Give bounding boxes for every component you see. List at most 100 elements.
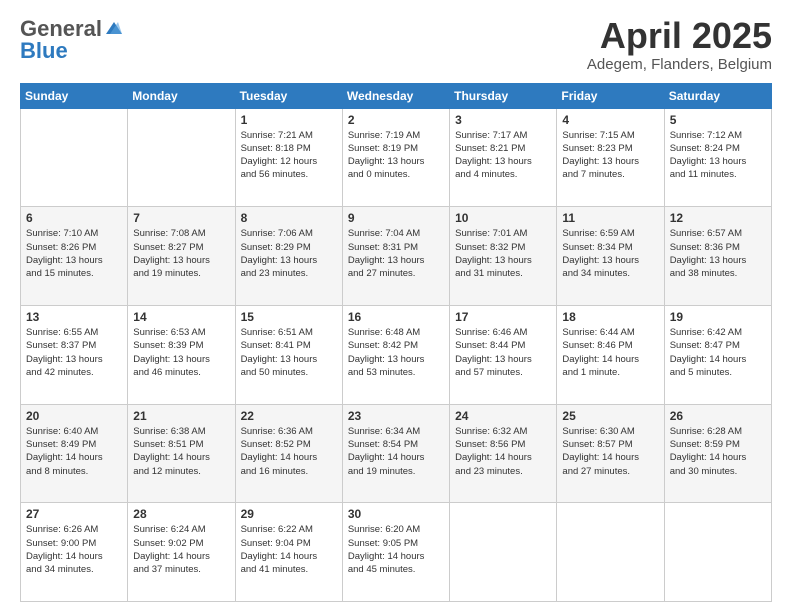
day-num-2-6: 19 [670,310,766,324]
th-friday: Friday [557,83,664,108]
day-detail-4-1: Sunrise: 6:24 AM Sunset: 9:02 PM Dayligh… [133,523,229,576]
cell-4-6 [664,503,771,602]
day-num-1-3: 9 [348,211,444,225]
cell-4-5 [557,503,664,602]
day-detail-0-4: Sunrise: 7:17 AM Sunset: 8:21 PM Dayligh… [455,129,551,182]
cell-1-5: 11Sunrise: 6:59 AM Sunset: 8:34 PM Dayli… [557,207,664,306]
day-num-3-2: 22 [241,409,337,423]
day-detail-1-1: Sunrise: 7:08 AM Sunset: 8:27 PM Dayligh… [133,227,229,280]
cell-3-6: 26Sunrise: 6:28 AM Sunset: 8:59 PM Dayli… [664,404,771,503]
day-detail-3-0: Sunrise: 6:40 AM Sunset: 8:49 PM Dayligh… [26,425,122,478]
cell-4-4 [450,503,557,602]
cell-2-4: 17Sunrise: 6:46 AM Sunset: 8:44 PM Dayli… [450,305,557,404]
cell-1-6: 12 Sunrise: 6:57 AM Sunset: 8:36 PM Dayli… [664,207,771,306]
day-num-0-5: 4 [562,113,658,127]
cell-3-0: 20 Sunrise: 6:40 AM Sunset: 8:49 PM Dayli… [21,404,128,503]
day-detail-0-6: Sunrise: 7:12 AM Sunset: 8:24 PM Dayligh… [670,129,766,182]
cell-2-5: 18Sunrise: 6:44 AM Sunset: 8:46 PM Dayli… [557,305,664,404]
day-num-2-2: 15 [241,310,337,324]
cell-1-2: 8 Sunrise: 7:06 AM Sunset: 8:29 PM Daylig… [235,207,342,306]
day-detail-2-2: Sunrise: 6:51 AM Sunset: 8:41 PM Dayligh… [241,326,337,379]
th-monday: Monday [128,83,235,108]
cell-0-1 [128,108,235,207]
day-detail-2-0: Sunrise: 6:55 AM Sunset: 8:37 PM Dayligh… [26,326,122,379]
day-detail-1-6: Sunrise: 6:57 AM Sunset: 8:36 PM Dayligh… [670,227,766,280]
day-detail-3-5: Sunrise: 6:30 AM Sunset: 8:57 PM Dayligh… [562,425,658,478]
day-num-2-3: 16 [348,310,444,324]
cell-3-1: 21 Sunrise: 6:38 AM Sunset: 8:51 PM Dayli… [128,404,235,503]
day-detail-3-2: Sunrise: 6:36 AM Sunset: 8:52 PM Dayligh… [241,425,337,478]
day-num-2-4: 17 [455,310,551,324]
day-num-1-4: 10 [455,211,551,225]
day-detail-2-1: Sunrise: 6:53 AM Sunset: 8:39 PM Dayligh… [133,326,229,379]
cell-0-3: 2 Sunrise: 7:19 AM Sunset: 8:19 PM Daylig… [342,108,449,207]
cell-3-4: 24Sunrise: 6:32 AM Sunset: 8:56 PM Dayli… [450,404,557,503]
logo-blue: Blue [20,38,68,64]
day-num-3-4: 24 [455,409,551,423]
cell-0-5: 4 Sunrise: 7:15 AM Sunset: 8:23 PM Daylig… [557,108,664,207]
cell-3-2: 22 Sunrise: 6:36 AM Sunset: 8:52 PM Dayli… [235,404,342,503]
day-num-1-2: 8 [241,211,337,225]
cell-1-3: 9Sunrise: 7:04 AM Sunset: 8:31 PM Daylig… [342,207,449,306]
cell-2-6: 19 Sunrise: 6:42 AM Sunset: 8:47 PM Dayli… [664,305,771,404]
day-num-0-3: 2 [348,113,444,127]
cell-4-0: 27Sunrise: 6:26 AM Sunset: 9:00 PM Dayli… [21,503,128,602]
week-row-1: 6Sunrise: 7:10 AM Sunset: 8:26 PM Daylig… [21,207,772,306]
day-num-0-6: 5 [670,113,766,127]
day-detail-0-5: Sunrise: 7:15 AM Sunset: 8:23 PM Dayligh… [562,129,658,182]
calendar-header: Sunday Monday Tuesday Wednesday Thursday… [21,83,772,108]
month-title: April 2025 [587,16,772,56]
day-num-0-4: 3 [455,113,551,127]
day-detail-2-6: Sunrise: 6:42 AM Sunset: 8:47 PM Dayligh… [670,326,766,379]
calendar-table: Sunday Monday Tuesday Wednesday Thursday… [20,83,772,602]
day-num-1-5: 11 [562,211,658,225]
day-num-2-0: 13 [26,310,122,324]
day-num-1-1: 7 [133,211,229,225]
th-thursday: Thursday [450,83,557,108]
day-detail-1-2: Sunrise: 7:06 AM Sunset: 8:29 PM Dayligh… [241,227,337,280]
day-num-3-5: 25 [562,409,658,423]
day-num-4-3: 30 [348,507,444,521]
week-row-0: 1 Sunrise: 7:21 AM Sunset: 8:18 PM Daylig… [21,108,772,207]
th-sunday: Sunday [21,83,128,108]
calendar-body: 1 Sunrise: 7:21 AM Sunset: 8:18 PM Daylig… [21,108,772,601]
day-num-1-6: 12 [670,211,766,225]
day-detail-1-4: Sunrise: 7:01 AM Sunset: 8:32 PM Dayligh… [455,227,551,280]
cell-2-2: 15 Sunrise: 6:51 AM Sunset: 8:41 PM Dayli… [235,305,342,404]
logo-icon [104,20,124,36]
cell-1-1: 7 Sunrise: 7:08 AM Sunset: 8:27 PM Daylig… [128,207,235,306]
day-num-2-1: 14 [133,310,229,324]
cell-2-3: 16 Sunrise: 6:48 AM Sunset: 8:42 PM Dayli… [342,305,449,404]
day-num-3-0: 20 [26,409,122,423]
cell-4-2: 29 Sunrise: 6:22 AM Sunset: 9:04 PM Dayli… [235,503,342,602]
cell-1-0: 6Sunrise: 7:10 AM Sunset: 8:26 PM Daylig… [21,207,128,306]
logo: General Blue [20,16,124,64]
day-num-3-1: 21 [133,409,229,423]
day-detail-3-3: Sunrise: 6:34 AM Sunset: 8:54 PM Dayligh… [348,425,444,478]
day-detail-3-1: Sunrise: 6:38 AM Sunset: 8:51 PM Dayligh… [133,425,229,478]
cell-1-4: 10 Sunrise: 7:01 AM Sunset: 8:32 PM Dayli… [450,207,557,306]
cell-2-0: 13 Sunrise: 6:55 AM Sunset: 8:37 PM Dayli… [21,305,128,404]
day-num-4-1: 28 [133,507,229,521]
day-num-4-2: 29 [241,507,337,521]
day-num-1-0: 6 [26,211,122,225]
day-detail-2-3: Sunrise: 6:48 AM Sunset: 8:42 PM Dayligh… [348,326,444,379]
day-num-4-0: 27 [26,507,122,521]
th-tuesday: Tuesday [235,83,342,108]
th-saturday: Saturday [664,83,771,108]
day-num-0-2: 1 [241,113,337,127]
week-row-3: 20 Sunrise: 6:40 AM Sunset: 8:49 PM Dayli… [21,404,772,503]
cell-3-5: 25 Sunrise: 6:30 AM Sunset: 8:57 PM Dayli… [557,404,664,503]
day-detail-0-2: Sunrise: 7:21 AM Sunset: 8:18 PM Dayligh… [241,129,337,182]
day-num-3-3: 23 [348,409,444,423]
weekday-row: Sunday Monday Tuesday Wednesday Thursday… [21,83,772,108]
cell-0-2: 1 Sunrise: 7:21 AM Sunset: 8:18 PM Daylig… [235,108,342,207]
day-detail-4-2: Sunrise: 6:22 AM Sunset: 9:04 PM Dayligh… [241,523,337,576]
day-detail-0-3: Sunrise: 7:19 AM Sunset: 8:19 PM Dayligh… [348,129,444,182]
week-row-4: 27Sunrise: 6:26 AM Sunset: 9:00 PM Dayli… [21,503,772,602]
title-block: April 2025 Adegem, Flanders, Belgium [587,16,772,73]
cell-2-1: 14 Sunrise: 6:53 AM Sunset: 8:39 PM Dayli… [128,305,235,404]
day-detail-3-6: Sunrise: 6:28 AM Sunset: 8:59 PM Dayligh… [670,425,766,478]
cell-4-1: 28 Sunrise: 6:24 AM Sunset: 9:02 PM Dayli… [128,503,235,602]
cell-0-6: 5 Sunrise: 7:12 AM Sunset: 8:24 PM Daylig… [664,108,771,207]
